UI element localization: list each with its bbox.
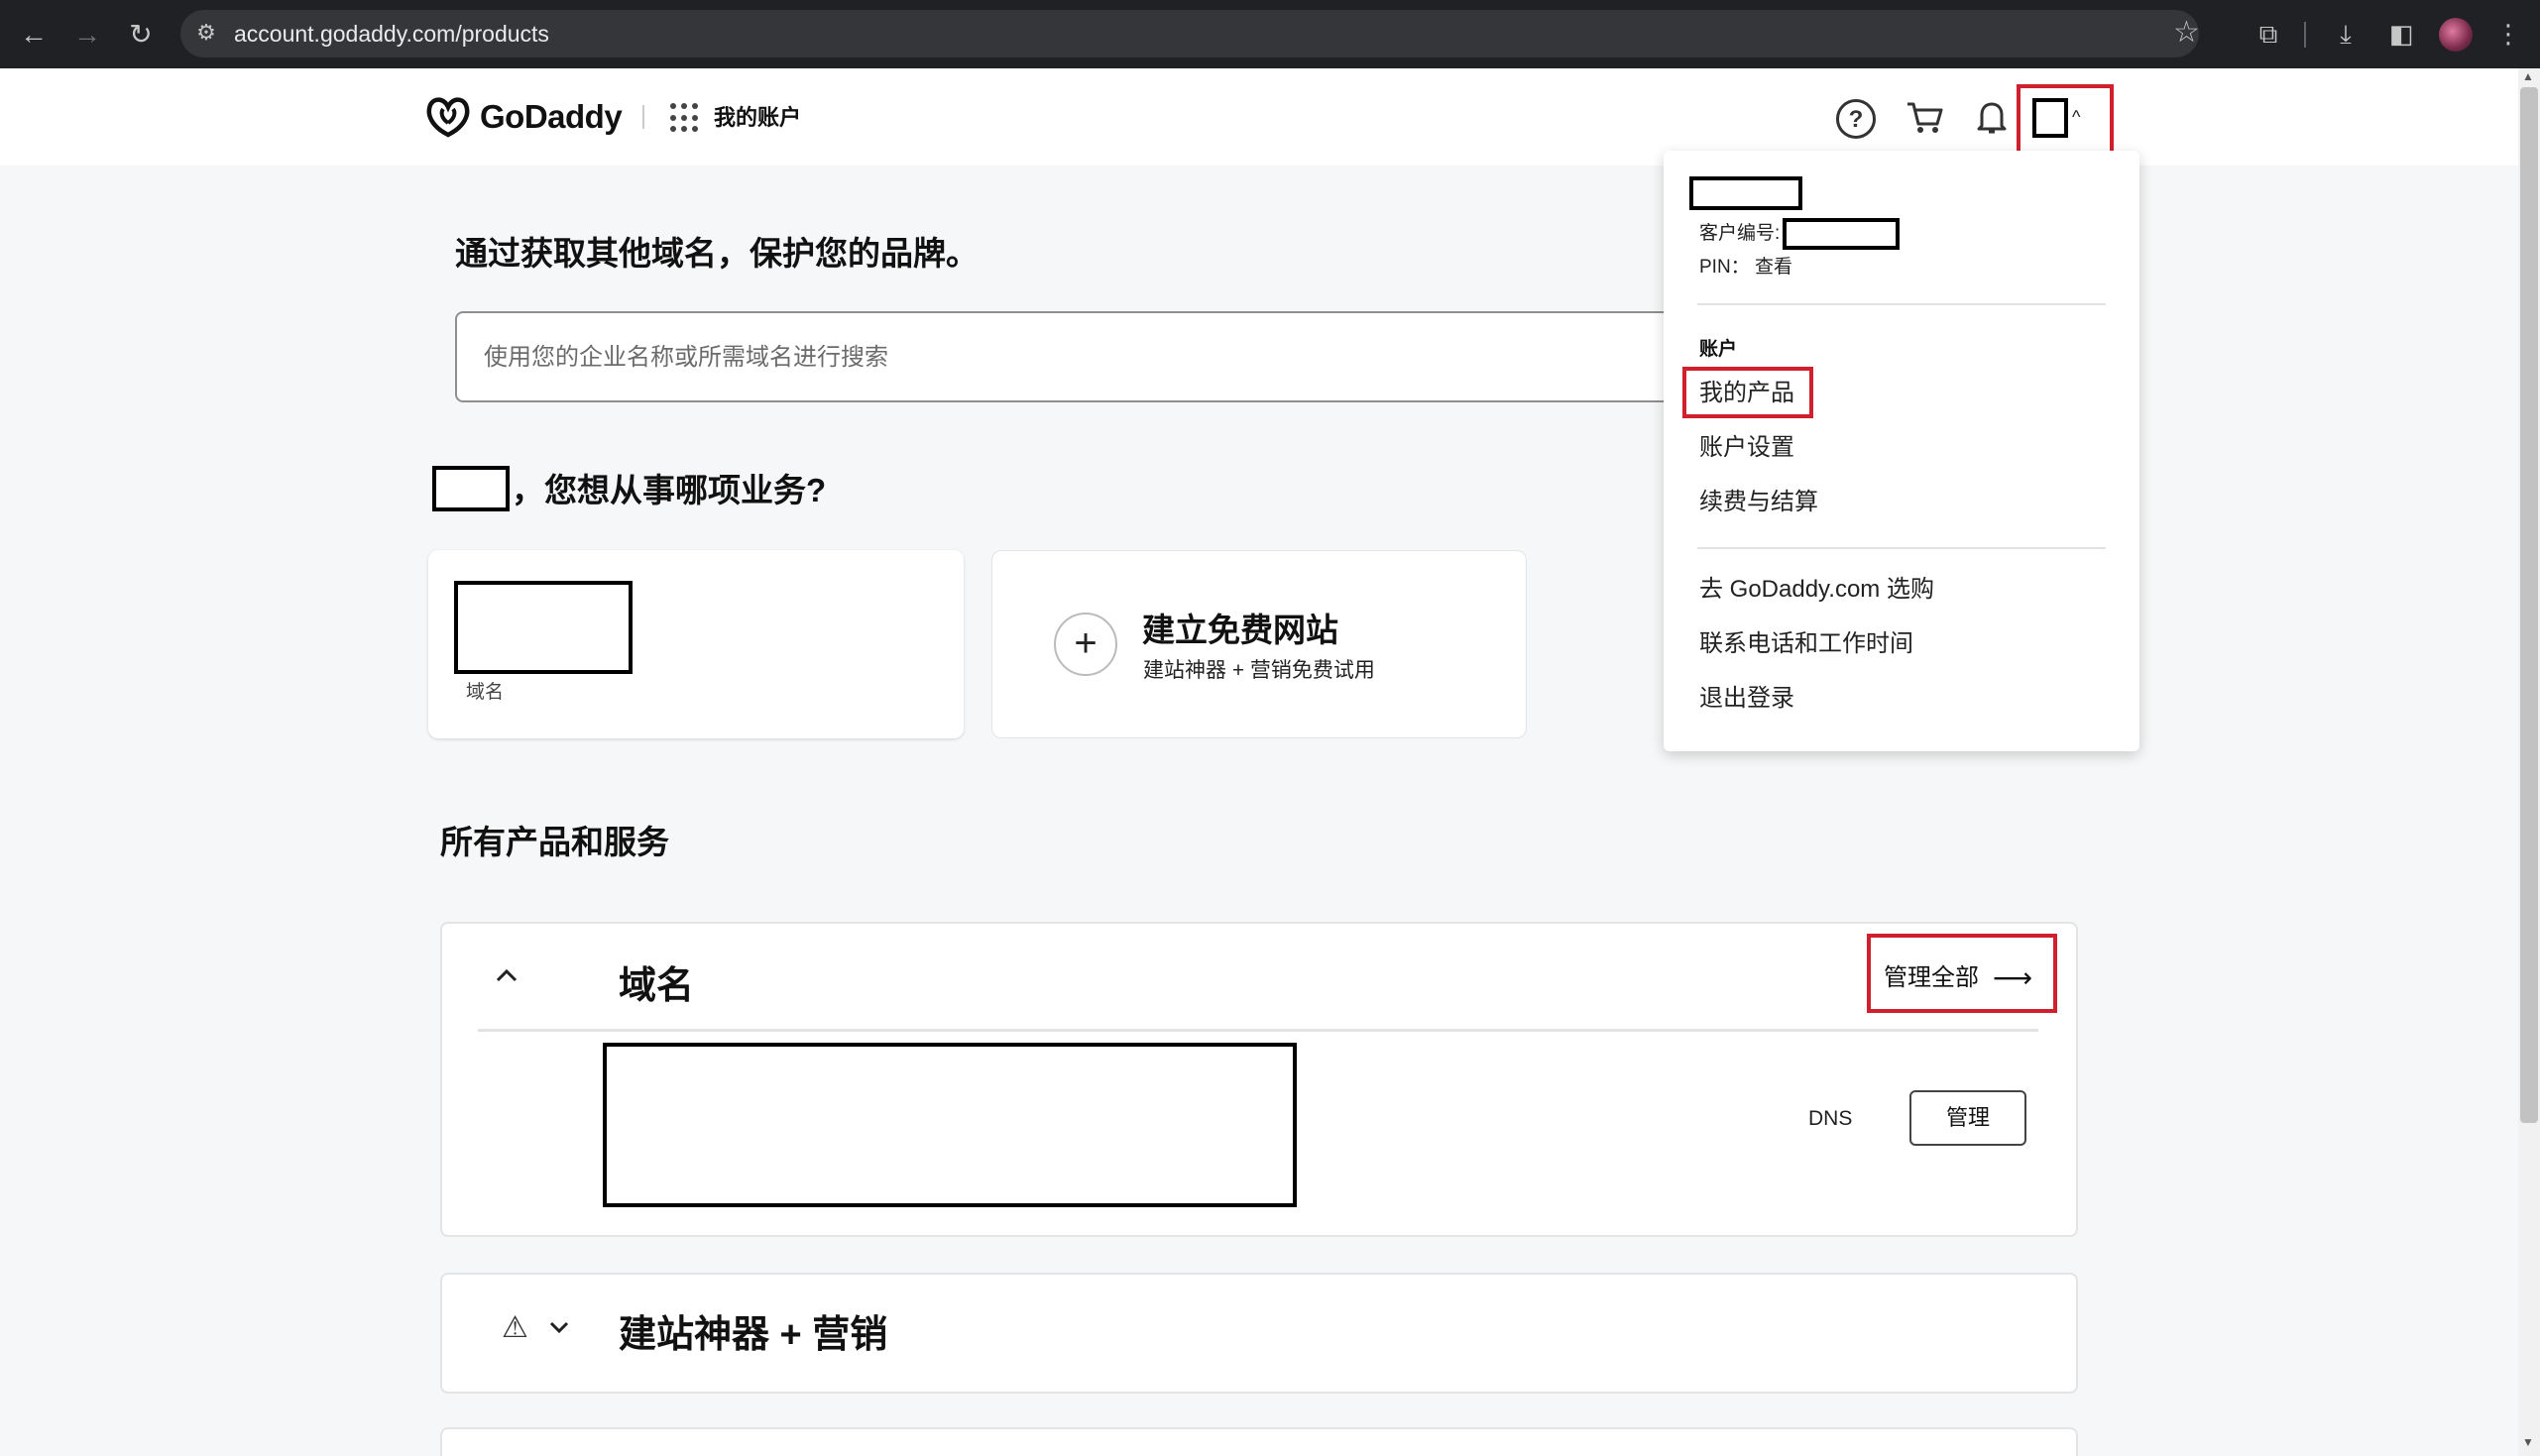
menu-item-my-products[interactable]: 我的产品 [1699, 377, 1794, 410]
toolbar-divider [2304, 22, 2306, 48]
url-text[interactable]: account.godaddy.com/products [234, 18, 549, 50]
browser-menu-icon[interactable]: ⋮ [2488, 14, 2528, 54]
profile-avatar[interactable] [2439, 18, 2473, 52]
menu-item-contact-hours[interactable]: 联系电话和工作时间 [1699, 627, 1913, 661]
plus-icon: + [1054, 613, 1117, 676]
next-panel [440, 1427, 2078, 1456]
chevron-down-icon[interactable] [547, 1310, 571, 1346]
godaddy-logo[interactable]: GoDaddy [424, 94, 623, 140]
extensions-icon[interactable]: ⧉ [2249, 14, 2288, 54]
domain-panel-heading: 域名 [619, 965, 695, 1007]
domain-card-label: 域名 [466, 682, 505, 703]
scroll-up-icon[interactable]: ▲ [2522, 69, 2534, 83]
pin-label: PIN： [1699, 257, 1750, 278]
download-icon[interactable]: ⤓ [2326, 14, 2366, 54]
redacted-domain-name [603, 1043, 1297, 1207]
redacted-account-name [1689, 176, 1802, 210]
dropdown-divider [1697, 547, 2106, 549]
free-website-subtitle: 建站神器 + 营销免费试用 [1143, 659, 1375, 682]
warning-icon: ⚠ [502, 1311, 528, 1344]
side-panel-icon[interactable]: ◧ [2381, 14, 2421, 54]
redacted-customer-number [1783, 218, 1900, 250]
notification-bell-icon[interactable] [1971, 97, 2013, 139]
help-icon[interactable]: ? [1836, 99, 1876, 139]
dropdown-divider [1697, 303, 2106, 305]
forward-arrow-icon[interactable]: → [61, 0, 113, 68]
site-builder-heading: 建站神器 + 营销 [619, 1314, 888, 1356]
redacted-domain [454, 581, 633, 674]
panel-divider [478, 1029, 2038, 1032]
site-info-icon[interactable]: ⚙ [192, 18, 220, 48]
account-section-title: 账户 [1699, 339, 1738, 360]
reload-icon[interactable]: ↻ [115, 0, 167, 68]
all-products-heading: 所有产品和服务 [440, 824, 669, 860]
manage-button[interactable]: 管理 [1909, 1090, 2026, 1146]
user-menu-button[interactable] [2032, 98, 2068, 138]
pin-view-link[interactable]: 查看 [1755, 254, 1792, 281]
header-divider [642, 105, 644, 129]
chevron-up-icon[interactable]: ^ [2072, 102, 2080, 132]
free-website-title: 建立免费网站 [1142, 612, 1338, 648]
scroll-down-icon[interactable]: ▼ [2522, 1435, 2534, 1449]
menu-item-renewals-billing[interactable]: 续费与结算 [1699, 486, 1818, 519]
cart-icon[interactable] [1904, 97, 1945, 139]
menu-item-account-settings[interactable]: 账户设置 [1699, 431, 1794, 465]
logo-text: GoDaddy [480, 98, 623, 135]
dns-link[interactable]: DNS [1808, 1104, 1852, 1134]
redacted-username [432, 466, 510, 511]
site-header [0, 68, 2518, 166]
godaddy-logo-icon [426, 97, 470, 138]
bookmark-star-icon[interactable]: ☆ [2173, 14, 2200, 52]
manage-all-label: 管理全部 [1884, 964, 1979, 991]
menu-item-shop-godaddy[interactable]: 去 GoDaddy.com 选购 [1699, 573, 1934, 607]
app-grid-icon[interactable] [670, 103, 700, 133]
promo-heading: 通过获取其他域名，保护您的品牌。 [455, 235, 979, 272]
arrow-right-icon: ⟶ [1993, 962, 2033, 993]
search-placeholder: 使用您的企业名称或所需域名进行搜索 [484, 344, 888, 371]
customer-number-label: 客户编号: [1699, 223, 1781, 244]
back-arrow-icon[interactable]: ← [8, 0, 59, 68]
chevron-up-icon[interactable] [492, 959, 521, 995]
scrollbar-thumb[interactable] [2520, 87, 2538, 1123]
my-account-link[interactable]: 我的账户 [714, 102, 801, 134]
greeting-heading: ，您想从事哪项业务? [512, 472, 827, 508]
manage-all-link[interactable]: 管理全部 ⟶ [1884, 961, 2032, 995]
menu-item-sign-out[interactable]: 退出登录 [1699, 682, 1794, 716]
